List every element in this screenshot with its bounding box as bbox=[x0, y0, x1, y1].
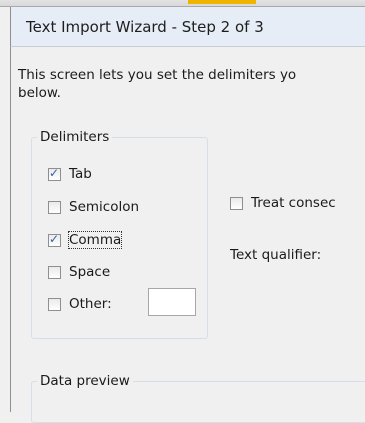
semicolon-label: Semicolon bbox=[69, 199, 140, 215]
comma-checkbox[interactable] bbox=[48, 232, 61, 247]
tab-label: Tab bbox=[69, 166, 92, 182]
space-checkbox[interactable] bbox=[48, 265, 61, 279]
comma-option[interactable]: Comma bbox=[48, 231, 123, 249]
space-option[interactable]: Space bbox=[48, 263, 110, 281]
window-title: Text Import Wizard - Step 2 of 3 bbox=[26, 18, 264, 36]
text-qualifier-label: Text qualifier: bbox=[230, 247, 322, 263]
instructions-text: This screen lets you set the delimiters … bbox=[18, 66, 365, 102]
treat-consecutive-checkbox[interactable] bbox=[230, 196, 243, 210]
treat-consecutive-option[interactable]: Treat consec bbox=[230, 194, 336, 212]
other-delimiter-input[interactable] bbox=[148, 288, 196, 316]
data-preview-groupbox: Data preview bbox=[31, 373, 365, 423]
other-label: Other: bbox=[69, 296, 112, 312]
instructions-line-2: below. bbox=[18, 85, 61, 101]
semicolon-option[interactable]: Semicolon bbox=[48, 198, 139, 216]
other-option[interactable]: Other: bbox=[48, 295, 112, 313]
tab-option[interactable]: Tab bbox=[48, 165, 92, 183]
comma-label: Comma bbox=[67, 231, 123, 249]
semicolon-checkbox[interactable] bbox=[48, 200, 61, 214]
space-label: Space bbox=[69, 264, 111, 280]
title-bar[interactable]: Text Import Wizard - Step 2 of 3 bbox=[10, 7, 365, 47]
treat-consecutive-label: Treat consec bbox=[251, 195, 336, 211]
delimiters-legend: Delimiters bbox=[37, 129, 113, 145]
instructions-line-1: This screen lets you set the delimiters … bbox=[18, 67, 297, 83]
data-preview-legend: Data preview bbox=[37, 373, 133, 389]
accent-strip bbox=[188, 0, 256, 4]
tab-checkbox[interactable] bbox=[48, 166, 61, 181]
other-checkbox[interactable] bbox=[48, 297, 61, 311]
